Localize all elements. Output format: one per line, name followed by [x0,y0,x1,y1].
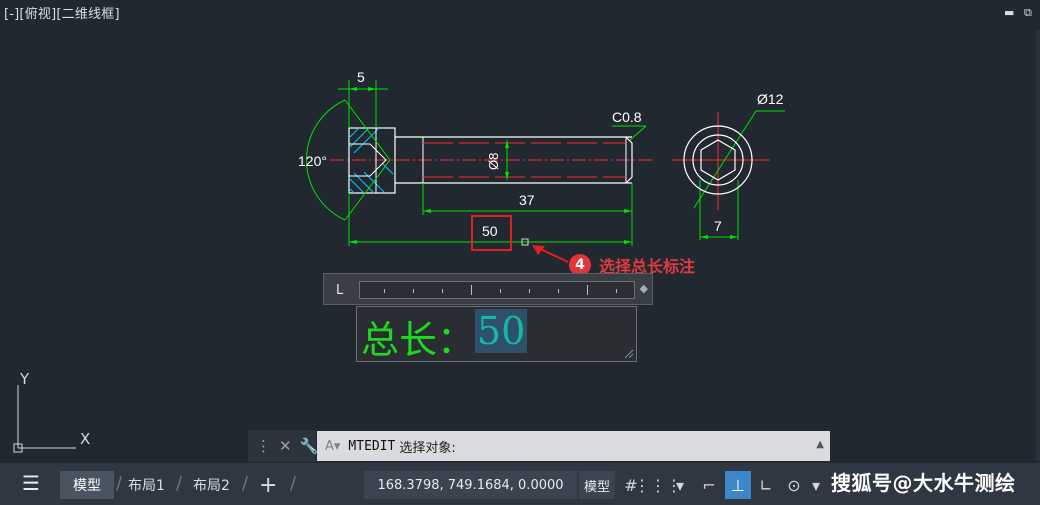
chevron-down-icon[interactable]: ▾ [672,471,688,499]
tab-type-icon[interactable]: L [336,283,343,298]
ucs-y-label: Y [20,370,30,388]
tracking-icon[interactable]: ⊙ [781,471,807,499]
dim-total-length: 50 [482,223,498,239]
model-space-button[interactable]: 模型 [579,471,615,499]
command-prompt-icon[interactable]: A▾ [325,439,340,454]
command-prompt-text: 选择对象: [399,440,456,456]
tab-layout1[interactable]: 布局1 [128,471,165,499]
cad-drawing: 5 120° C0.8 Ø8 37 50 Ø12 7 [13,69,785,453]
dim-circle-diameter: Ø12 [757,91,784,107]
ucs-icon [13,385,76,453]
add-layout-button[interactable]: + [259,471,277,499]
dimension-arrows [349,87,738,244]
dim-chamfer: C0.8 [612,109,642,125]
chevron-up-icon[interactable]: ▲ [816,439,824,450]
tab-model[interactable]: 模型 [60,471,114,499]
polar-icon[interactable]: ∟ [753,471,779,499]
mtext-label[interactable]: 总长： [361,309,475,364]
mtext-ruler[interactable]: L ◆ [323,273,653,305]
coordinates-readout[interactable]: 168.3798, 749.1684, 0.0000 [364,471,577,499]
drawing-viewport[interactable]: [-][俯视][二维线框] ▬ ⧉ 5 120° C0.8 Ø8 37 50 Ø… [0,0,1040,463]
command-input[interactable]: A▾ MTEDIT 选择对象: ▲ [317,431,830,461]
snap-icon[interactable]: ⋮⋮⋮ [634,471,682,499]
ucs-x-label: X [80,430,91,448]
watermark: 搜狐号@大水牛测绘 [831,471,1016,495]
wrench-icon[interactable]: 🔧 [300,437,319,455]
mtext-value[interactable]: 50 [475,309,528,353]
more-chevron-icon[interactable]: ▾ [808,471,824,499]
dim-head-width: 5 [357,69,365,85]
resize-grip-icon[interactable] [623,348,633,358]
dim-thread-length: 37 [519,192,535,208]
dim-angle: 120° [298,153,327,169]
tab-layout2[interactable]: 布局2 [193,471,230,499]
command-tools: ⋮ ✕ 🔧 [248,430,319,462]
ortho-icon[interactable]: ⌐ [696,471,722,499]
dim-shank-diameter: Ø8 [486,153,501,170]
mtext-editor[interactable]: 总长： 50 [356,306,637,362]
command-line[interactable]: ⋮ ✕ 🔧 A▾ MTEDIT 选择对象: ▲ [248,430,831,462]
drag-handle-icon[interactable]: ⋮ [256,437,271,455]
infer-constraints-icon[interactable]: ⊥ [725,471,751,499]
menu-icon[interactable]: ☰ [22,471,40,495]
close-icon[interactable]: ✕ [279,437,292,455]
ruler-width-handle[interactable]: ◆ [640,282,648,295]
ruler-track[interactable] [359,281,635,299]
command-name: MTEDIT [348,438,396,454]
dim-hex-width: 7 [714,218,722,234]
